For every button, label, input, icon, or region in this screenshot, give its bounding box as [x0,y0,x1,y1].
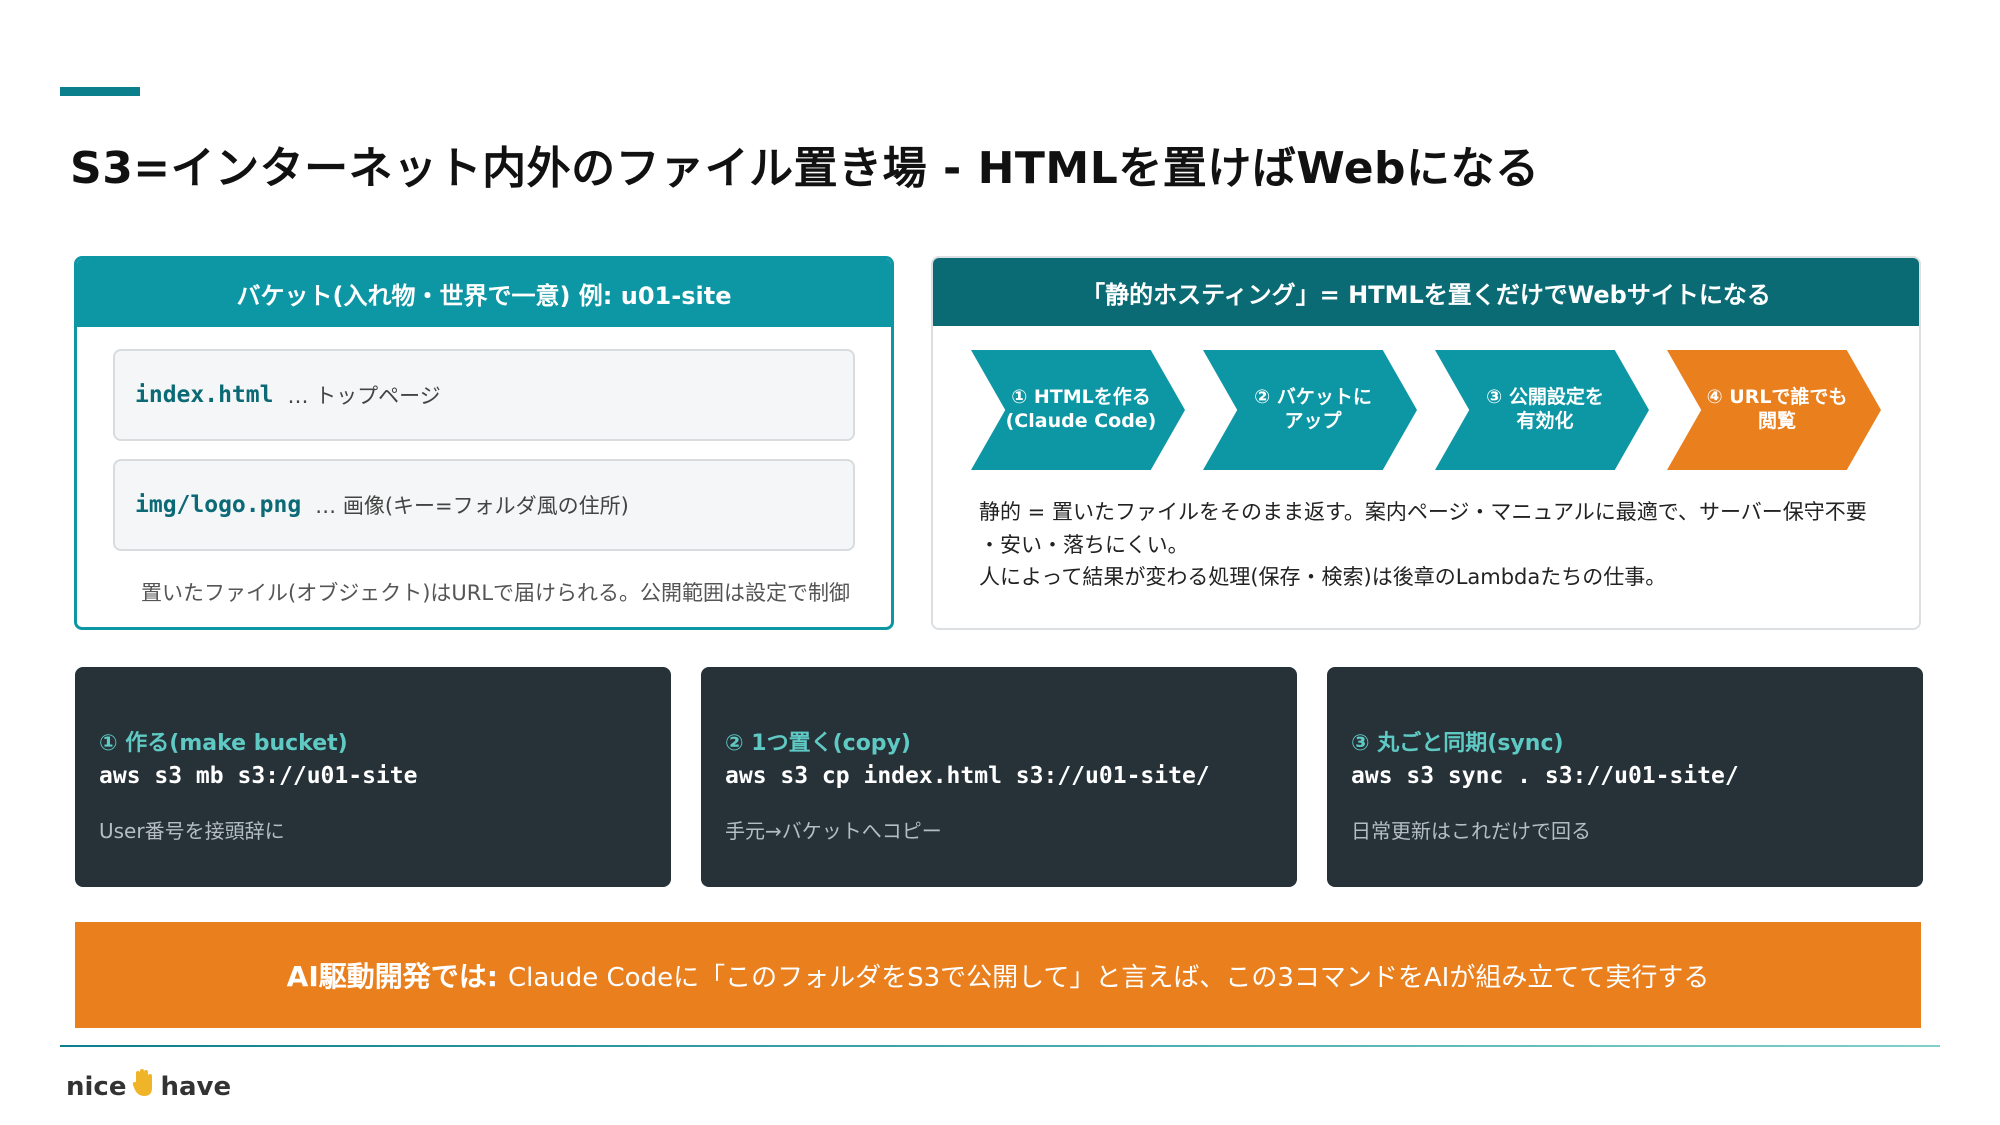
title-accent-bar [60,87,140,96]
step-view-url: ④ URLで誰でも 閲覧 [1667,350,1881,470]
step-upload: ② バケットに アップ [1203,350,1417,470]
command-box-make-bucket: ① 作る(make bucket) aws s3 mb s3://u01-sit… [75,667,671,887]
banner-label: AI駆動開発では: [286,960,498,993]
command-code: aws s3 sync . s3://u01-site/ [1351,763,1739,789]
hosting-header: 「静的ホスティング」= HTMLを置くだけでWebサイトになる [933,258,1919,326]
step-enable-public: ③ 公開設定を 有効化 [1435,350,1649,470]
bucket-note: 置いたファイル(オブジェクト)はURLで届けられる。公開範囲は設定で制御 [141,581,851,605]
brand-logo: nice have [66,1068,231,1105]
file-desc: … 画像(キー=フォルダ風の住所) [315,494,629,518]
file-desc: … トップページ [287,384,441,408]
desc-line: 静的 = 置いたファイルをそのまま返す。案内ページ・マニュアルに最適で、サーバー… [979,500,1867,524]
bucket-header: バケット(入れ物・世界で一意) 例: u01-site [77,259,891,327]
ai-banner: AI駆動開発では: Claude Codeに「このフォルダをS3で公開して」と言… [75,922,1921,1028]
step-label: ④ URLで誰でも 閲覧 [1706,386,1848,432]
file-row-logo: img/logo.png … 画像(キー=フォルダ風の住所) [113,459,855,551]
logo-text-right: have [160,1071,232,1102]
step-label: ② バケットに アップ [1254,386,1372,432]
command-box-sync: ③ 丸ごと同期(sync) aws s3 sync . s3://u01-sit… [1327,667,1923,887]
command-title: ③ 丸ごと同期(sync) [1351,731,1564,756]
page-title: S3=インターネット内外のファイル置き場 - HTMLを置けばWebになる [70,143,1540,194]
command-title: ② 1つ置く(copy) [725,731,911,756]
command-note: 日常更新はこれだけで回る [1351,819,1591,843]
hand-icon [132,1068,154,1105]
command-code: aws s3 cp index.html s3://u01-site/ [725,763,1210,789]
command-note: User番号を接頭辞に [99,819,285,843]
hosting-description: 静的 = 置いたファイルをそのまま返す。案内ページ・マニュアルに最適で、サーバー… [979,496,1879,594]
bucket-card: バケット(入れ物・世界で一意) 例: u01-site index.html …… [74,256,894,630]
step-create-html: ① HTMLを作る (Claude Code) [971,350,1185,470]
logo-text-left: nice [66,1071,127,1102]
command-note: 手元→バケットへコピー [725,819,942,843]
hosting-card: 「静的ホスティング」= HTMLを置くだけでWebサイトになる ① HTMLを作… [931,256,1921,630]
step-label: ③ 公開設定を 有効化 [1486,386,1604,432]
file-row-index: index.html … トップページ [113,349,855,441]
desc-line: ・安い・落ちにくい。 [979,532,1189,557]
footer-divider [60,1045,1940,1047]
file-name: index.html [135,382,274,408]
command-title: ① 作る(make bucket) [99,731,348,756]
banner-text: Claude Codeに「このフォルダをS3で公開して」と言えば、この3コマンド… [507,962,1710,993]
command-box-copy: ② 1つ置く(copy) aws s3 cp index.html s3://u… [701,667,1297,887]
command-code: aws s3 mb s3://u01-site [99,763,418,789]
desc-line: 人によって結果が変わる処理(保存・検索)は後章のLambdaたちの仕事。 [979,565,1667,590]
step-label: ① HTMLを作る (Claude Code) [1005,386,1157,432]
file-name: img/logo.png [135,492,302,518]
